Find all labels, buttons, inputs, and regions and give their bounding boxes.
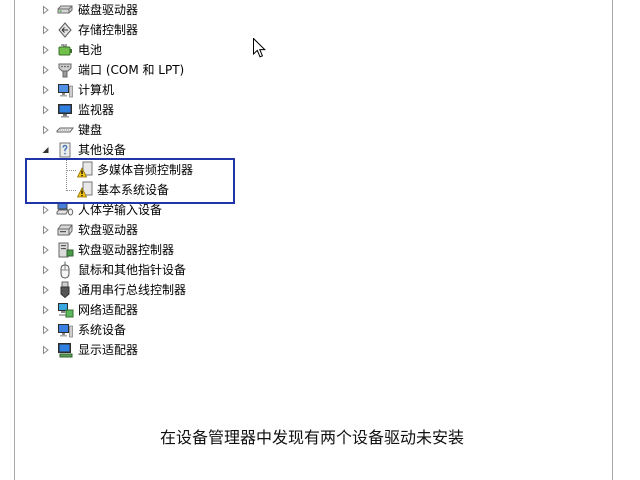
expand-arrow-icon[interactable] (42, 65, 50, 75)
tree-item-floppy-disk-drives[interactable]: 软盘驱动器 (40, 220, 240, 240)
monitor-icon (56, 101, 74, 119)
tree-item-display-adapters[interactable]: 显示适配器 (40, 340, 240, 360)
expand-arrow-icon[interactable] (42, 25, 50, 35)
expand-arrow-icon[interactable] (42, 325, 50, 335)
tree-item-disk-drives[interactable]: 磁盘驱动器 (40, 0, 240, 20)
usb-icon (56, 281, 74, 299)
tree-item-usb-controllers[interactable]: 通用串行总线控制器 (40, 280, 240, 300)
tree-item-label: 键盘 (78, 123, 103, 137)
tree-item-other-devices[interactable]: 其他设备 (40, 140, 240, 160)
highlight-box (25, 158, 235, 204)
disk-drive-icon (56, 1, 74, 19)
mouse-cursor-icon (253, 38, 266, 59)
expand-arrow-icon[interactable] (42, 265, 50, 275)
port-icon (56, 61, 74, 79)
tree-item-label: 显示适配器 (78, 343, 139, 357)
tree-item-label: 其他设备 (78, 143, 127, 157)
storage-controller-icon (56, 21, 74, 39)
tree-item-floppy-drive-controllers[interactable]: 软盘驱动器控制器 (40, 240, 240, 260)
tree-item-storage-controllers[interactable]: 存储控制器 (40, 20, 240, 40)
expand-arrow-icon[interactable] (42, 245, 50, 255)
tree-item-label: 软盘驱动器 (78, 223, 139, 237)
display-adapter-icon (56, 341, 74, 359)
expand-arrow-icon[interactable] (42, 285, 50, 295)
floppy-controller-icon (56, 241, 74, 259)
expand-arrow-icon[interactable] (42, 305, 50, 315)
tree-item-monitors[interactable]: 监视器 (40, 100, 240, 120)
tree-item-keyboards[interactable]: 键盘 (40, 120, 240, 140)
expand-arrow-icon[interactable] (42, 205, 50, 215)
expand-arrow-icon[interactable] (42, 45, 50, 55)
tree-item-label: 端口 (COM 和 LPT) (78, 63, 185, 77)
other-devices-icon (56, 141, 74, 159)
tree-item-label: 计算机 (78, 83, 115, 97)
tree-item-batteries[interactable]: 电池 (40, 40, 240, 60)
expand-arrow-icon[interactable] (42, 5, 50, 15)
tree-item-computer[interactable]: 计算机 (40, 80, 240, 100)
tree-item-label: 系统设备 (78, 323, 127, 337)
mouse-icon (56, 261, 74, 279)
expand-arrow-icon[interactable] (42, 125, 50, 135)
battery-icon (56, 41, 74, 59)
expanded-arrow-icon[interactable] (42, 145, 50, 155)
network-adapter-icon (56, 301, 74, 319)
window-right-border (612, 0, 613, 480)
tree-item-label: 通用串行总线控制器 (78, 283, 187, 297)
tree-item-network-adapters[interactable]: 网络适配器 (40, 300, 240, 320)
tree-item-system-devices[interactable]: 系统设备 (40, 320, 240, 340)
tree-item-ports[interactable]: 端口 (COM 和 LPT) (40, 60, 240, 80)
tree-item-label: 网络适配器 (78, 303, 139, 317)
expand-arrow-icon[interactable] (42, 85, 50, 95)
tree-item-label: 监视器 (78, 103, 115, 117)
system-devices-icon (56, 321, 74, 339)
tree-item-label: 磁盘驱动器 (78, 3, 139, 17)
tree-item-label: 软盘驱动器控制器 (78, 243, 175, 257)
caption-text: 在设备管理器中发现有两个设备驱动未安装 (159, 428, 464, 447)
tree-item-label: 电池 (78, 43, 103, 57)
expand-arrow-icon[interactable] (42, 105, 50, 115)
tree-item-label: 存储控制器 (78, 23, 139, 37)
tree-item-mice-and-pointing-devices[interactable]: 鼠标和其他指针设备 (40, 260, 240, 280)
expand-arrow-icon[interactable] (42, 345, 50, 355)
keyboard-icon (56, 121, 74, 139)
floppy-drive-icon (56, 221, 74, 239)
expand-arrow-icon[interactable] (42, 225, 50, 235)
computer-icon (56, 81, 74, 99)
tree-item-label: 鼠标和其他指针设备 (78, 263, 187, 277)
